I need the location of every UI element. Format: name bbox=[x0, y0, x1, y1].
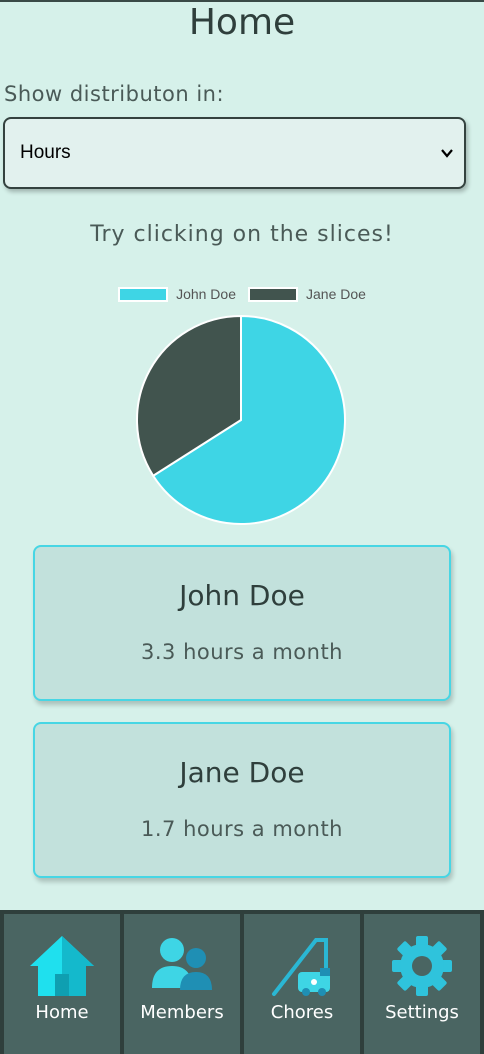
legend-swatch-john bbox=[118, 286, 169, 302]
distribution-select-value: Hours bbox=[20, 142, 71, 163]
nav-label: Home bbox=[35, 1002, 89, 1023]
chart-legend: John Doe Jane Doe bbox=[0, 286, 484, 302]
gear-icon bbox=[392, 936, 452, 996]
chart-hint: Try clicking on the slices! bbox=[90, 222, 394, 247]
legend-swatch-jane bbox=[248, 286, 298, 302]
nav-label: Settings bbox=[385, 1002, 459, 1023]
members-icon bbox=[152, 938, 212, 990]
nav-item-home[interactable]: Home bbox=[4, 914, 120, 1054]
legend-item-john[interactable]: John Doe bbox=[118, 286, 236, 302]
home-icon bbox=[30, 936, 94, 996]
pie-chart bbox=[136, 314, 346, 525]
nav-item-members[interactable]: Members bbox=[124, 914, 240, 1054]
legend-label-john: John Doe bbox=[176, 286, 236, 302]
nav-item-chores[interactable]: Chores bbox=[244, 914, 360, 1054]
vacuum-icon bbox=[272, 938, 330, 996]
nav-item-settings[interactable]: Settings bbox=[364, 914, 480, 1054]
legend-item-jane[interactable]: Jane Doe bbox=[248, 286, 366, 302]
member-card-value: 3.3 hours a month bbox=[141, 640, 343, 664]
bottom-nav: Home Members Chores Settings bbox=[0, 910, 484, 1054]
distribution-select[interactable]: Hours bbox=[3, 117, 466, 189]
member-card-john: John Doe 3.3 hours a month bbox=[33, 545, 451, 701]
member-card-jane: Jane Doe 1.7 hours a month bbox=[33, 722, 451, 878]
page-title: Home bbox=[188, 2, 296, 43]
legend-label-jane: Jane Doe bbox=[306, 286, 366, 302]
member-card-name: Jane Doe bbox=[179, 756, 305, 789]
nav-label: Chores bbox=[270, 1002, 334, 1023]
chevron-down-icon bbox=[441, 149, 453, 158]
nav-label: Members bbox=[140, 1002, 224, 1023]
member-card-name: John Doe bbox=[179, 579, 305, 612]
distribution-label: Show distributon in: bbox=[4, 82, 225, 106]
member-card-value: 1.7 hours a month bbox=[141, 817, 343, 841]
